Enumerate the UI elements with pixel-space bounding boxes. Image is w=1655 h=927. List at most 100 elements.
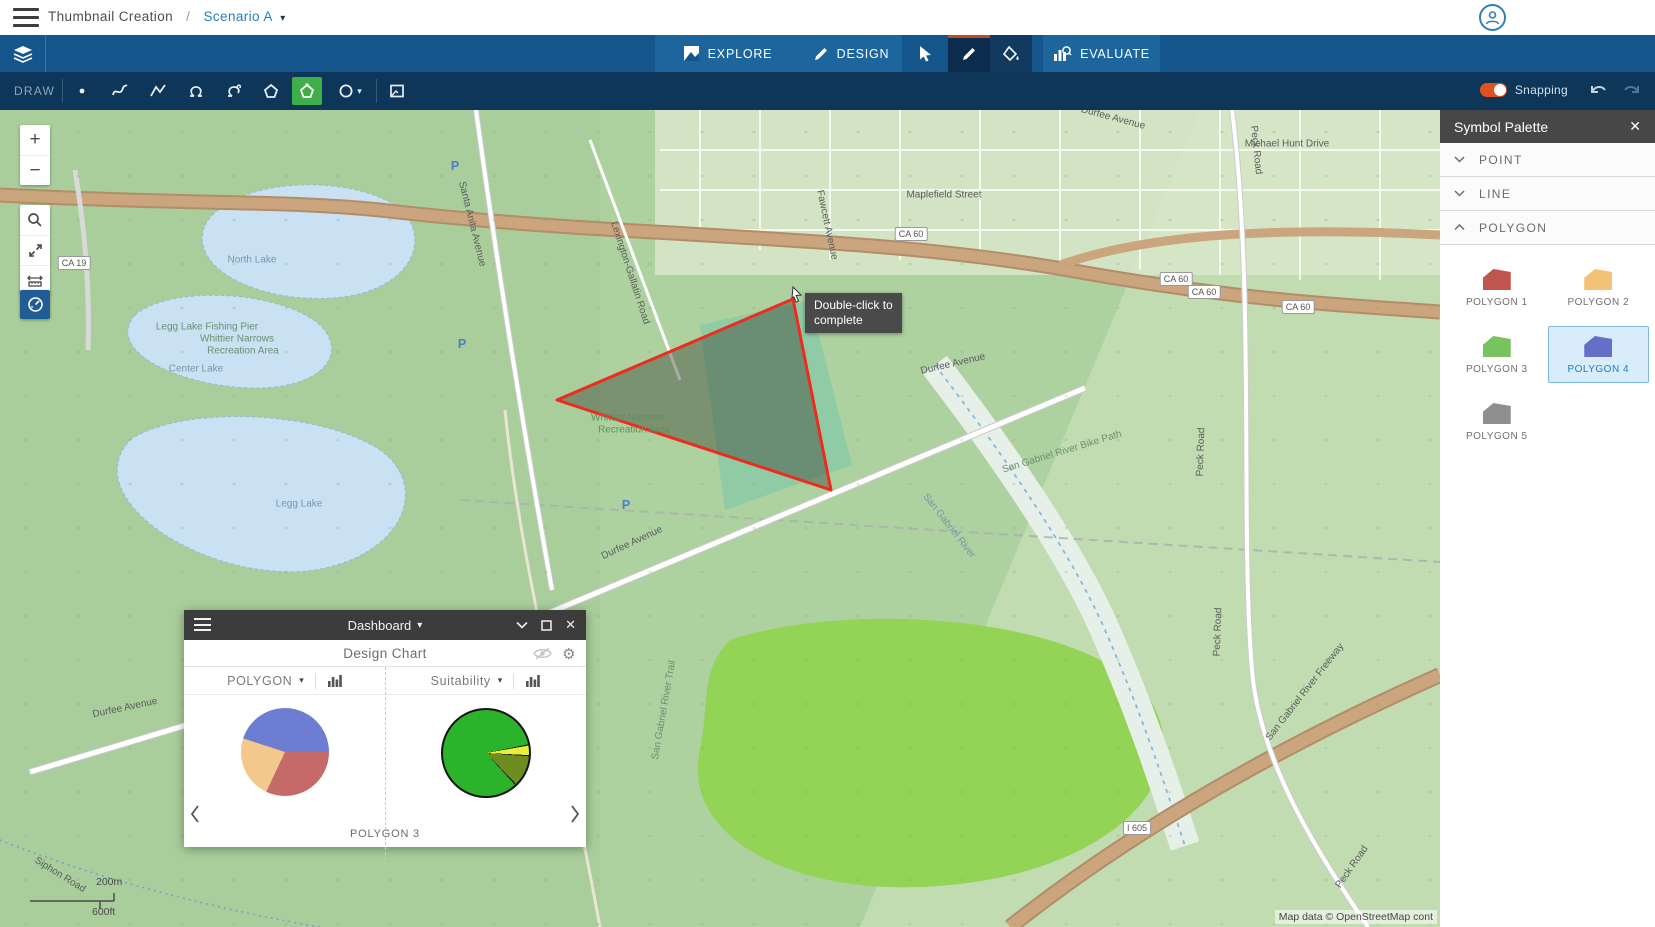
section-polygon-label: POLYGON	[1479, 221, 1547, 235]
swatch-polygon-2[interactable]: POLYGON 2	[1548, 259, 1650, 316]
fill-tool-button[interactable]	[990, 35, 1032, 72]
full-extent-button[interactable]	[20, 235, 50, 265]
polyline-tool[interactable]	[143, 77, 173, 105]
redo-icon	[1622, 81, 1642, 99]
snapping-toggle[interactable]	[1480, 83, 1507, 97]
tab-design-label: DESIGN	[837, 47, 890, 61]
swatch-label: POLYGON 1	[1466, 297, 1528, 308]
polygon-1-swatch-icon	[1483, 269, 1511, 290]
person-icon	[1484, 9, 1501, 26]
symbol-palette-header: Symbol Palette ✕	[1440, 110, 1655, 143]
scale-imperial-label: 600ft	[92, 906, 115, 918]
swatch-label: POLYGON 2	[1567, 297, 1629, 308]
dashboard-title: Dashboard	[348, 618, 412, 633]
polygon-3-swatch-icon	[1483, 336, 1511, 357]
polygon-swatch-grid: POLYGON 1 POLYGON 2 POLYGON 3 POLYGON 4 …	[1440, 245, 1655, 464]
search-icon	[27, 212, 43, 228]
squiggle-line-icon	[111, 82, 129, 100]
undo-button[interactable]	[1588, 81, 1608, 104]
pie-chart-suitability[interactable]	[441, 708, 531, 798]
bar-chart-icon[interactable]	[525, 674, 540, 687]
gear-icon[interactable]: ⚙	[562, 645, 576, 663]
tab-explore-label: EXPLORE	[708, 47, 773, 61]
eye-hidden-icon[interactable]	[533, 647, 552, 660]
zoom-in-button[interactable]: +	[20, 125, 50, 155]
caret-down-icon[interactable]: ▾	[280, 13, 285, 24]
breadcrumb-scenario[interactable]: Scenario A	[203, 9, 272, 24]
tab-design[interactable]: DESIGN	[800, 35, 902, 72]
left-chart-dropdown[interactable]: POLYGON	[227, 674, 292, 688]
tab-evaluate[interactable]: EVALUATE	[1043, 35, 1160, 72]
dashboard-window-controls: ✕	[516, 610, 576, 640]
section-line[interactable]: LINE	[1440, 177, 1655, 211]
polygon-tool[interactable]	[256, 77, 286, 105]
pencil-icon	[813, 46, 829, 62]
breadcrumb-separator: /	[186, 9, 190, 24]
autocomplete-polygon-tool-active[interactable]	[292, 77, 322, 105]
chart-footer-label: POLYGON 3	[184, 828, 586, 840]
section-point[interactable]: POINT	[1440, 143, 1655, 177]
chevron-down-icon	[1454, 190, 1465, 197]
pentagon-node-icon	[298, 82, 316, 100]
sketch-tool-button-active[interactable]	[948, 35, 990, 72]
caret-down-icon[interactable]: ▾	[498, 675, 503, 686]
evaluate-chart-icon	[1053, 45, 1072, 62]
close-icon[interactable]: ✕	[565, 617, 576, 633]
close-icon[interactable]: ✕	[1629, 118, 1641, 135]
tab-explore[interactable]: EXPLORE	[655, 35, 800, 72]
freehand-shape-tail-icon	[225, 82, 243, 100]
caret-down-icon[interactable]: ▾	[299, 675, 304, 686]
measure-icon	[27, 274, 43, 288]
layers-icon	[13, 45, 33, 63]
symbol-palette-panel: Symbol Palette ✕ POINT LINE POLYGON POLY…	[1440, 110, 1655, 927]
chart-selector-row: Suitability ▾	[385, 667, 586, 695]
point-tool[interactable]	[67, 77, 97, 105]
swatch-polygon-3[interactable]: POLYGON 3	[1446, 326, 1548, 383]
select-tool-button[interactable]	[902, 35, 948, 72]
freehand-polygon-tool[interactable]	[181, 77, 211, 105]
chart-prev-button[interactable]	[190, 805, 200, 828]
snapping-label: Snapping	[1515, 83, 1568, 97]
layers-button[interactable]	[0, 35, 46, 72]
chart-next-button[interactable]	[570, 805, 580, 828]
map-attribution: Map data © OpenStreetMap cont	[1275, 910, 1437, 924]
swatch-polygon-5[interactable]: POLYGON 5	[1446, 393, 1548, 450]
redo-button[interactable]	[1622, 81, 1642, 104]
hamburger-menu-icon[interactable]	[13, 8, 39, 27]
chart-row: POLYGON ▾ Suitability ▾	[184, 667, 586, 847]
autocomplete-freehand-tool[interactable]	[219, 77, 249, 105]
dashboard-title-bar[interactable]: Dashboard ▾ ✕	[184, 610, 586, 640]
zoom-out-button[interactable]: −	[20, 155, 50, 185]
pie-chart-polygon[interactable]	[241, 708, 329, 796]
study-area-tool[interactable]	[382, 77, 412, 105]
tab-evaluate-label: EVALUATE	[1080, 47, 1150, 61]
right-chart-dropdown[interactable]: Suitability	[431, 674, 491, 688]
swatch-polygon-1[interactable]: POLYGON 1	[1446, 259, 1548, 316]
section-polygon[interactable]: POLYGON	[1440, 211, 1655, 245]
bar-chart-icon[interactable]	[327, 674, 342, 687]
breadcrumb: Thumbnail Creation / Scenario A ▾	[48, 9, 286, 24]
maximize-icon[interactable]	[541, 620, 552, 631]
user-avatar[interactable]	[1479, 4, 1506, 31]
breadcrumb-project[interactable]: Thumbnail Creation	[48, 9, 173, 24]
circle-tool[interactable]: ▾	[330, 77, 370, 105]
toggle-knob	[1494, 84, 1506, 96]
caret-down-icon[interactable]: ▾	[357, 86, 362, 97]
map-canvas[interactable]: North Lake Center Lake Legg Lake Legg La…	[0, 110, 1440, 927]
collapse-chevron-icon[interactable]	[516, 621, 528, 629]
geoplanner-app: Thumbnail Creation / Scenario A ▾	[0, 0, 1655, 927]
top-bar: Thumbnail Creation / Scenario A ▾	[0, 0, 1655, 35]
polyline-icon	[149, 82, 167, 100]
chart-panel-left: POLYGON ▾	[184, 667, 385, 847]
caret-down-icon[interactable]: ▾	[417, 620, 422, 631]
freehand-line-tool[interactable]	[105, 77, 135, 105]
swatch-polygon-4-selected[interactable]: POLYGON 4	[1548, 326, 1650, 383]
scale-metric-label: 200m	[96, 876, 122, 888]
dashboard-menu-icon[interactable]	[194, 618, 211, 631]
cursor-arrow-icon	[918, 45, 933, 62]
dashboard-gauge-button[interactable]	[20, 290, 50, 319]
design-chart-title: Design Chart	[343, 646, 427, 661]
chart-selector-row: POLYGON ▾	[184, 667, 385, 695]
search-button[interactable]	[20, 205, 50, 235]
chart-panel-right: Suitability ▾	[385, 667, 586, 847]
